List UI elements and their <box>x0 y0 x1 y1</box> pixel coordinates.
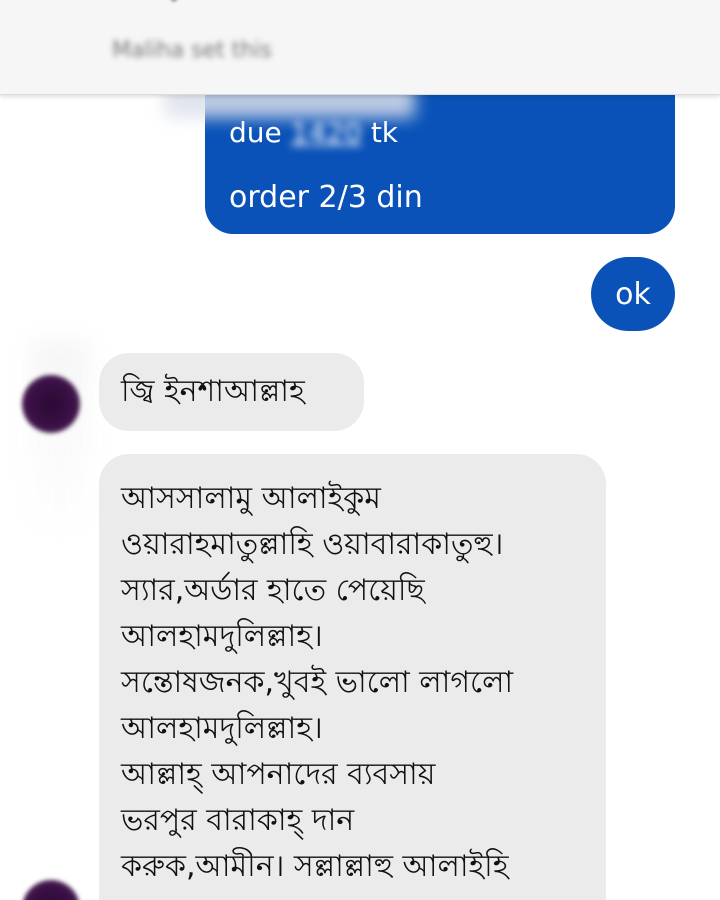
message-line: করুক,আমীন। সল্লাল্লাহু আলাইহি <box>121 849 509 884</box>
avatar[interactable] <box>22 880 80 900</box>
message-line: আলহামদুলিল্লাহ। <box>121 711 323 746</box>
message-line: আলহামদুলিল্লাহ। <box>121 619 323 654</box>
message-line: আল্লাহ্ আপনাদের ব্যবসায় <box>121 757 436 792</box>
outgoing-message-line-2: order 2/3 din <box>229 180 423 215</box>
message-line: ওয়ারাহমাতুল্লাহি ওয়াবারাকাতুহু। <box>121 527 504 562</box>
currency-label: tk <box>370 116 399 149</box>
chat-screen: Maliha set this due 1420 tk order 2/3 di… <box>0 0 720 900</box>
message-line: স্যার,অর্ডার হাতে পেয়েছি <box>121 573 425 608</box>
due-label: due <box>229 116 282 149</box>
incoming-message-bubble[interactable]: জ্বি ইনশাআল্লাহ <box>99 353 364 431</box>
outgoing-ok-bubble[interactable]: ok <box>591 257 675 331</box>
message-line: ভরপুর বারাকাহ্ দান <box>121 803 355 838</box>
reply-preview-indicator <box>170 0 178 2</box>
message-line: সন্তোষজনক,খুবই ভালো লাগলো <box>121 665 514 700</box>
reply-preview-text: Maliha set this <box>112 38 272 63</box>
message-line: ওয়াসাল্লাম। <box>121 890 586 900</box>
redacted-amount: 1420 <box>290 116 362 149</box>
message-line: আসসালামু আলাইকুম <box>121 481 381 516</box>
reply-preview-card[interactable]: Maliha set this <box>0 0 720 95</box>
avatar[interactable] <box>22 375 80 433</box>
avatar-shadow <box>30 340 90 540</box>
incoming-long-message-bubble[interactable]: আসসালামু আলাইকুম ওয়ারাহমাতুল্লাহি ওয়াব… <box>99 454 606 900</box>
outgoing-message-line-1: due 1420 tk <box>229 116 398 149</box>
